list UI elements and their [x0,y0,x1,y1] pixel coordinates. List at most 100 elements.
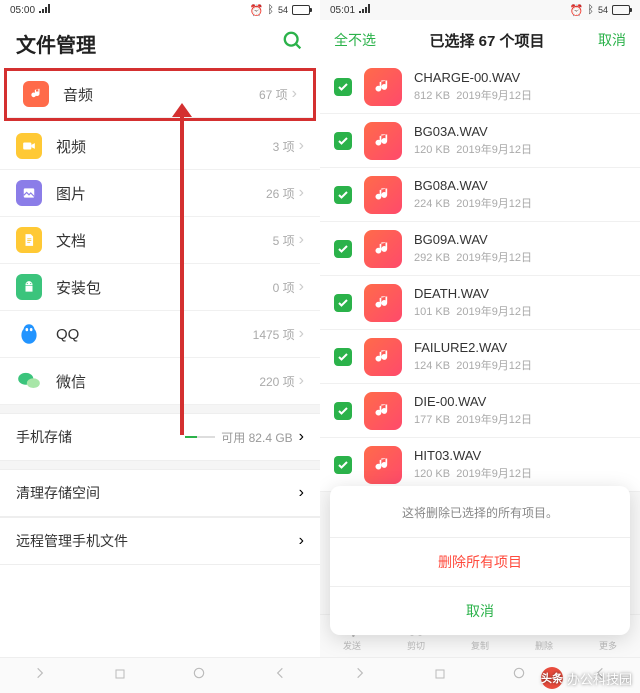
file-date: 2019年9月12日 [456,360,532,372]
storage-row[interactable]: 手机存储 可用 82.4 GB › [0,413,320,461]
file-row[interactable]: DIE-00.WAV 177 KB 2019年9月12日 [320,384,640,438]
status-bar: 05:00 ⏰ ᛒ 54 [0,0,320,20]
audio-file-icon [364,68,402,106]
selection-title: 已选择 67 个项目 [429,30,544,51]
checkbox-icon[interactable] [334,240,352,258]
chevron-right-icon: › [299,532,304,550]
clean-label: 清理存储空间 [16,483,299,503]
category-label: 微信 [56,371,259,392]
file-list[interactable]: CHARGE-00.WAV 812 KB 2019年9月12日 BG03A.WA… [320,60,640,492]
header: 文件管理 [0,20,320,66]
cancel-button[interactable]: 取消 [598,30,626,50]
selection-header: 全不选 已选择 67 个项目 取消 [320,20,640,60]
category-row-apk[interactable]: 安装包 0 项 › [0,264,320,311]
page-title: 文件管理 [16,29,96,58]
storage-label: 手机存储 [16,427,185,447]
category-label: 文档 [56,230,273,251]
file-size: 120 KB [414,468,450,480]
checkbox-icon[interactable] [334,348,352,366]
nav-home-icon[interactable] [192,666,206,685]
file-size: 812 KB [414,90,450,102]
checkbox-icon[interactable] [334,456,352,474]
highlight-annotation: 音频 67 项 › [4,68,316,121]
file-row[interactable]: BG08A.WAV 224 KB 2019年9月12日 [320,168,640,222]
category-row-doc[interactable]: 文档 5 项 › [0,217,320,264]
nav-recent-icon[interactable] [114,667,126,685]
category-label: QQ [56,326,253,343]
battery-icon [292,5,310,15]
chevron-right-icon: › [299,428,304,446]
category-row-wechat[interactable]: 微信 220 项 › [0,358,320,405]
remote-manage-row[interactable]: 远程管理手机文件 › [0,517,320,565]
category-label: 音频 [63,84,259,105]
clean-storage-row[interactable]: 清理存储空间 › [0,469,320,517]
deselect-all-button[interactable]: 全不选 [334,30,376,50]
file-date: 2019年9月12日 [456,144,532,156]
file-name: HIT03.WAV [414,448,626,463]
audio-file-icon [364,392,402,430]
category-label: 安装包 [56,277,273,298]
status-time: 05:01 [330,5,355,16]
apk-icon [16,274,42,300]
file-size: 224 KB [414,198,450,210]
audio-file-icon [364,284,402,322]
checkbox-icon[interactable] [334,402,352,420]
image-icon [16,180,42,206]
file-row[interactable]: DEATH.WAV 101 KB 2019年9月12日 [320,276,640,330]
file-date: 2019年9月12日 [456,198,532,210]
category-count: 220 项 [259,373,294,390]
wechat-icon [16,368,42,394]
category-row-image[interactable]: 图片 26 项 › [0,170,320,217]
storage-free: 可用 82.4 GB [221,429,292,446]
file-row[interactable]: BG09A.WAV 292 KB 2019年9月12日 [320,222,640,276]
dialog-cancel-button[interactable]: 取消 [330,587,630,635]
audio-file-icon [364,446,402,484]
file-date: 2019年9月12日 [456,306,532,318]
file-size: 120 KB [414,144,450,156]
chevron-right-icon: › [299,325,304,343]
checkbox-icon[interactable] [334,78,352,96]
chevron-right-icon: › [299,278,304,296]
file-row[interactable]: CHARGE-00.WAV 812 KB 2019年9月12日 [320,60,640,114]
alarm-icon: ⏰ [570,4,584,17]
category-count: 5 项 [273,232,295,249]
chevron-right-icon: › [299,484,304,502]
delete-all-button[interactable]: 删除所有项目 [330,538,630,587]
file-row[interactable]: FAILURE2.WAV 124 KB 2019年9月12日 [320,330,640,384]
nav-home-icon[interactable] [512,666,526,685]
chevron-right-icon: › [299,184,304,202]
category-row-qq[interactable]: QQ 1475 项 › [0,311,320,358]
file-size: 177 KB [414,414,450,426]
status-bar: 05:01 ⏰ ᛒ 54 [320,0,640,20]
file-row[interactable]: BG03A.WAV 120 KB 2019年9月12日 [320,114,640,168]
nav-recent-icon[interactable] [434,667,446,685]
checkbox-icon[interactable] [334,294,352,312]
video-icon [16,133,42,159]
nav-back-icon[interactable] [273,666,287,685]
nav-chevron-icon[interactable] [33,666,47,685]
checkbox-icon[interactable] [334,132,352,150]
category-row-audio[interactable]: 音频 67 项 › [7,71,313,118]
arrow-annotation [180,115,184,435]
file-name: DEATH.WAV [414,286,626,301]
file-name: FAILURE2.WAV [414,340,626,355]
file-date: 2019年9月12日 [456,414,532,426]
nav-chevron-icon[interactable] [353,666,367,685]
storage-bar [185,436,215,438]
file-name: BG08A.WAV [414,178,626,193]
signal-icon [359,4,371,16]
bluetooth-icon: ᛒ [587,4,594,16]
qq-icon [16,321,42,347]
battery-icon [612,5,630,15]
file-row[interactable]: HIT03.WAV 120 KB 2019年9月12日 [320,438,640,492]
file-name: BG03A.WAV [414,124,626,139]
alarm-icon: ⏰ [250,4,264,17]
status-time: 05:00 [10,5,35,16]
signal-icon [39,4,51,16]
category-row-video[interactable]: 视频 3 项 › [0,123,320,170]
search-icon[interactable] [282,30,304,57]
bluetooth-icon: ᛒ [267,4,274,16]
file-name: DIE-00.WAV [414,394,626,409]
file-manager-screen: 05:00 ⏰ ᛒ 54 文件管理 音频 [0,0,320,693]
checkbox-icon[interactable] [334,186,352,204]
